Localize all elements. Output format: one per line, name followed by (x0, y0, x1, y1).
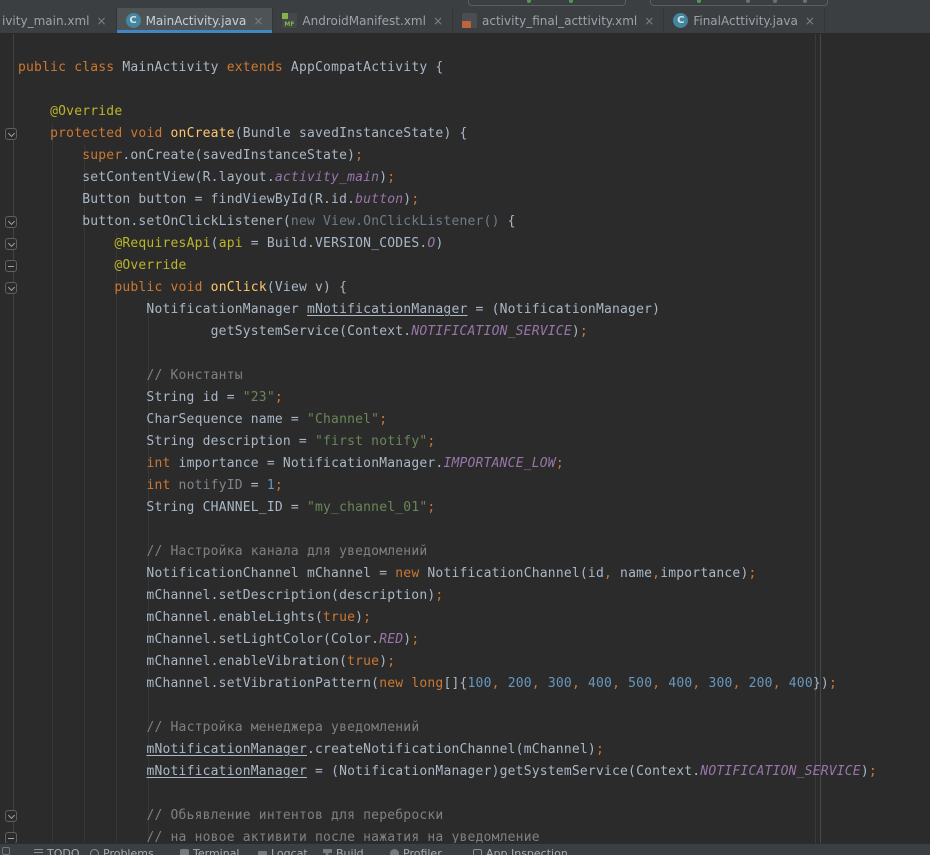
tab-label: FinalActtivity.java (693, 14, 797, 28)
code-line: public class MainActivity extends AppCom… (18, 57, 930, 79)
code-line: setContentView(R.layout.activity_main); (18, 167, 930, 189)
code-line: NotificationManager mNotificationManager… (18, 299, 930, 321)
close-icon[interactable]: × (644, 14, 654, 28)
device-run-icon[interactable] (697, 0, 701, 3)
fold-chevron-icon[interactable] (5, 810, 17, 822)
code-line: String CHANNEL_ID = "my_channel_01"; (18, 497, 930, 519)
terminal-icon (180, 849, 189, 855)
logcat-icon (258, 851, 267, 855)
editor-tab-bar: ivity_main.xml × C MainActivity.java × MF Andr… (0, 8, 930, 34)
code-line: mChannel.setVibrationPattern(new long[]{… (18, 673, 930, 695)
toolbar-action-icon[interactable] (803, 0, 807, 3)
fold-collapse-icon[interactable] (5, 832, 17, 843)
toolwindow-label: Problems (103, 847, 154, 855)
fold-chevron-icon[interactable] (5, 238, 17, 250)
code-line: int importance = NotificationManager.IMP… (18, 453, 930, 475)
code-line: protected void onCreate(Bundle savedInst… (18, 123, 930, 145)
fold-chevron-icon[interactable] (5, 282, 17, 294)
code-line: mNotificationManager.createNotificationC… (18, 739, 930, 761)
todo-icon (34, 849, 43, 855)
device-widget[interactable] (650, 0, 828, 6)
code-line: int notifyID = 1; (18, 475, 930, 497)
code-line: // Настройка менеджера уведомлений (18, 717, 930, 739)
code-line: // на новое активити после нажатия на ув… (18, 827, 930, 843)
code-line (18, 695, 930, 717)
fold-chevron-icon[interactable] (5, 128, 17, 140)
main-toolbar-sliver (0, 0, 930, 8)
toolwindow-label: Terminal (193, 847, 240, 855)
toolwindow-button-todo[interactable]: TODO (34, 847, 80, 855)
run-config-widget[interactable] (468, 0, 626, 6)
layout-file-icon (462, 13, 477, 28)
toolwindow-button-profiler[interactable]: Profiler (390, 847, 442, 855)
tab-androidmanifest-xml[interactable]: MF AndroidManifest.xml × (273, 8, 453, 33)
code-line: String id = "23"; (18, 387, 930, 409)
run-icon[interactable] (527, 0, 531, 3)
toolwindow-button-logcat[interactable]: Logcat (258, 847, 308, 855)
code-line (18, 783, 930, 805)
toolbar-action-icon[interactable] (773, 0, 777, 3)
code-line: @Override (18, 101, 930, 123)
code-line: CharSequence name = "Channel"; (18, 409, 930, 431)
tool-window-bar: TODO Problems Terminal Logcat Build Profiler A… (0, 843, 930, 855)
code-line: @RequiresApi(api = Build.VERSION_CODES.O… (18, 233, 930, 255)
close-icon[interactable]: × (433, 14, 443, 28)
close-icon[interactable]: × (805, 14, 815, 28)
toolwindow-button-terminal[interactable]: Terminal (180, 847, 240, 855)
code-line: NotificationChannel mChannel = new Notif… (18, 563, 930, 585)
close-icon[interactable]: × (97, 14, 107, 28)
toolbar-action-icon[interactable] (746, 0, 750, 3)
code-line: mChannel.enableVibration(true); (18, 651, 930, 673)
app-inspection-icon (473, 849, 482, 855)
code-line: mNotificationManager = (NotificationMana… (18, 761, 930, 783)
tool-window-stripe-icon[interactable] (2, 847, 10, 855)
code-editor[interactable]: public class MainActivity extends AppCom… (0, 34, 930, 843)
tab-label: ivity_main.xml (2, 14, 90, 28)
tab-label: AndroidManifest.xml (302, 14, 426, 28)
code-line: super.onCreate(savedInstanceState); (18, 145, 930, 167)
debug-icon[interactable] (569, 0, 573, 3)
code-line: mChannel.setDescription(description); (18, 585, 930, 607)
build-icon (323, 849, 332, 855)
manifest-file-icon: MF (282, 13, 297, 28)
tab-label: MainActivity.java (146, 14, 247, 28)
toolwindow-button-app-inspection[interactable]: App Inspection (473, 847, 568, 855)
code-line: String description = "first notify"; (18, 431, 930, 453)
tab-activity-final-acttivity-xml[interactable]: activity_final_acttivity.xml × (453, 8, 664, 33)
code-line: button.setOnClickListener(new View.OnCli… (18, 211, 930, 233)
toolwindow-label: Logcat (271, 847, 308, 855)
code-line: // Обьявление интентов для переброски (18, 805, 930, 827)
code-line: mChannel.enableLights(true); (18, 607, 930, 629)
close-icon[interactable]: × (253, 14, 263, 28)
code-line: // Константы (18, 365, 930, 387)
code-line: mChannel.setLightColor(Color.RED); (18, 629, 930, 651)
code-line: @Override (18, 255, 930, 277)
toolwindow-label: Profiler (403, 847, 442, 855)
code-line: Button button = findViewById(R.id.button… (18, 189, 930, 211)
tab-mainactivity-java[interactable]: C MainActivity.java × (117, 8, 274, 33)
toolwindow-label: TODO (47, 847, 80, 855)
problems-icon (90, 849, 99, 855)
tab-finalacttivity-java[interactable]: C FinalActtivity.java × (664, 8, 825, 33)
profiler-icon (390, 849, 399, 855)
fold-collapse-icon[interactable] (5, 260, 17, 272)
code-line: getSystemService(Context.NOTIFICATION_SE… (18, 321, 930, 343)
gutter-fold-line (13, 34, 14, 843)
tab-ivity-main-xml[interactable]: ivity_main.xml × (0, 8, 117, 33)
code-line: // Настройка канала для уведомлений (18, 541, 930, 563)
code-line (18, 343, 930, 365)
tab-label: activity_final_acttivity.xml (482, 14, 637, 28)
code-line (18, 79, 930, 101)
java-class-icon: C (673, 13, 688, 28)
code-line (18, 519, 930, 541)
fold-chevron-icon[interactable] (5, 216, 17, 228)
toolwindow-button-problems[interactable]: Problems (90, 847, 154, 855)
toolwindow-label: App Inspection (486, 847, 568, 855)
toolwindow-label: Build (336, 847, 364, 855)
toolwindow-button-build[interactable]: Build (323, 847, 364, 855)
code-line: public void onClick(View v) { (18, 277, 930, 299)
code-area[interactable]: public class MainActivity extends AppCom… (18, 57, 930, 843)
java-class-icon: C (126, 13, 141, 28)
